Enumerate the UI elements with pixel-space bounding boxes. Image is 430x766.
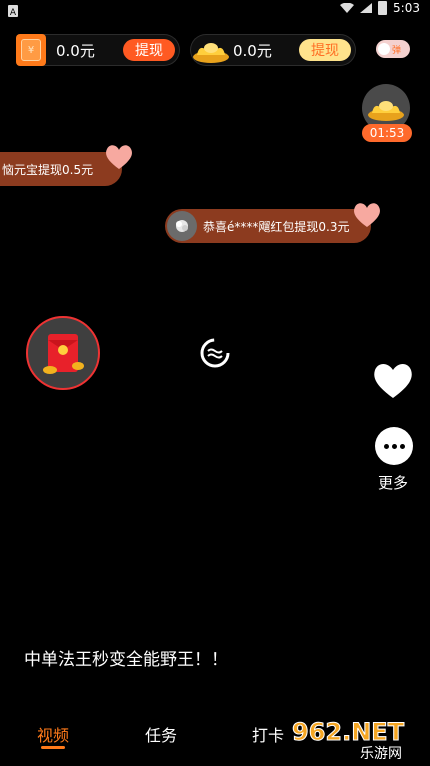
dot [399, 443, 405, 449]
heart-decoration-icon [106, 145, 132, 169]
more-label: 更多 [378, 474, 409, 492]
heart-decoration-icon [354, 203, 380, 227]
loading-spinner-icon [200, 338, 230, 368]
gold-withdraw-button[interactable]: 提现 [299, 39, 351, 61]
svg-text:A: A [10, 8, 17, 17]
cash-balance-pill: ¥ 0.0元 提现 [16, 34, 180, 66]
svg-text:乐游网: 乐游网 [360, 746, 402, 762]
status-right-cluster: 5:03 [340, 1, 420, 15]
gold-ingot-icon [368, 101, 404, 121]
site-watermark-logo: 962.NET 乐游网 [288, 714, 428, 763]
signal-icon [360, 3, 373, 13]
status-time: 5:03 [393, 1, 420, 15]
withdraw-notification: 恭喜é****飗红包提现0.3元 [165, 209, 371, 243]
svg-text:962.NET: 962.NET [292, 718, 405, 746]
nav-tab-tasks[interactable]: 任务 [145, 722, 177, 746]
toggle-label: 弹 [392, 45, 402, 56]
gold-amount: 0.0元 [233, 41, 272, 60]
notification-text: 恼元宝提现0.5元 [2, 162, 94, 177]
timer-countdown: 01:53 [362, 124, 412, 142]
gold-balance-pill: 0.0元 提现 [190, 34, 356, 66]
battery-icon [378, 1, 388, 15]
dot [391, 443, 397, 449]
red-envelope-icon [43, 334, 84, 374]
more-button[interactable] [375, 427, 413, 465]
wifi-icon [340, 3, 355, 13]
nav-active-indicator [41, 746, 65, 749]
nav-tab-checkin[interactable]: 打卡 [252, 722, 284, 746]
like-heart-icon[interactable] [372, 360, 414, 400]
gold-ingot-icon [193, 43, 229, 63]
status-bar: A 5:03 [0, 0, 430, 18]
dot [383, 443, 389, 449]
danmaku-toggle[interactable]: 弹 [376, 40, 410, 58]
video-caption: 中单法王秒变全能野王！！ [24, 650, 228, 670]
user-avatar [167, 211, 197, 241]
nav-tab-video[interactable]: 视频 [37, 722, 69, 746]
notification-a-icon: A [8, 2, 18, 18]
notification-text: 恭喜é****飗红包提现0.3元 [203, 219, 350, 234]
wallet-icon: ¥ [16, 34, 46, 66]
cash-amount: 0.0元 [56, 41, 95, 60]
red-packet-button[interactable] [26, 316, 100, 390]
cash-withdraw-button[interactable]: 提现 [123, 39, 175, 61]
toggle-knob [378, 43, 390, 55]
